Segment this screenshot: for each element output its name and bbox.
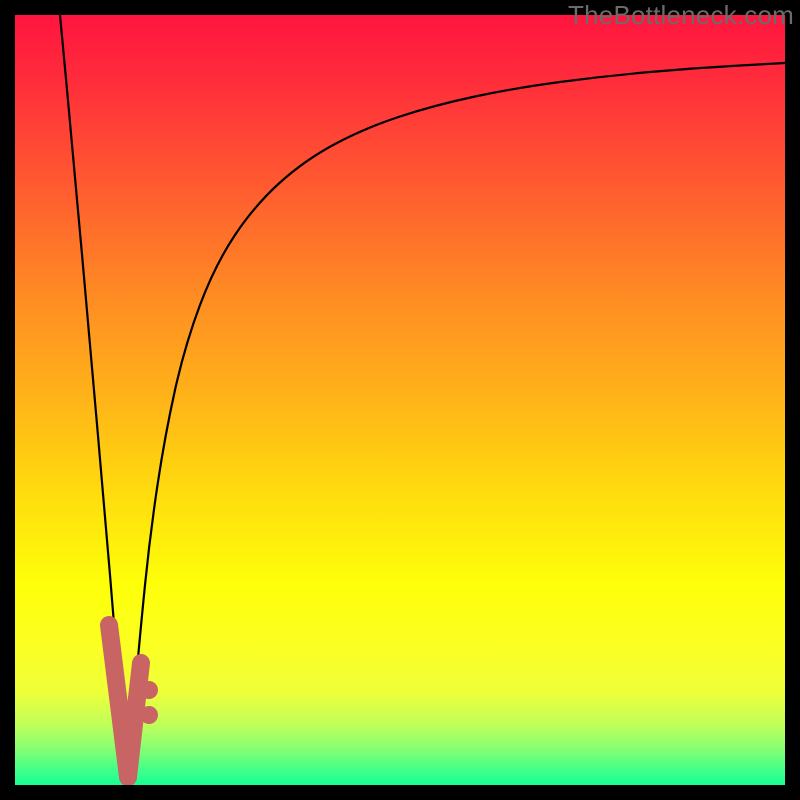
bottleneck-curve-right xyxy=(128,63,785,777)
marker-dot xyxy=(140,706,158,724)
marker-dot xyxy=(140,681,158,699)
chart-svg xyxy=(15,15,785,785)
watermark-text: TheBottleneck.com xyxy=(568,0,794,31)
gradient-plot-area xyxy=(15,15,785,785)
marker-segment xyxy=(128,663,141,777)
marker-group xyxy=(109,625,158,777)
